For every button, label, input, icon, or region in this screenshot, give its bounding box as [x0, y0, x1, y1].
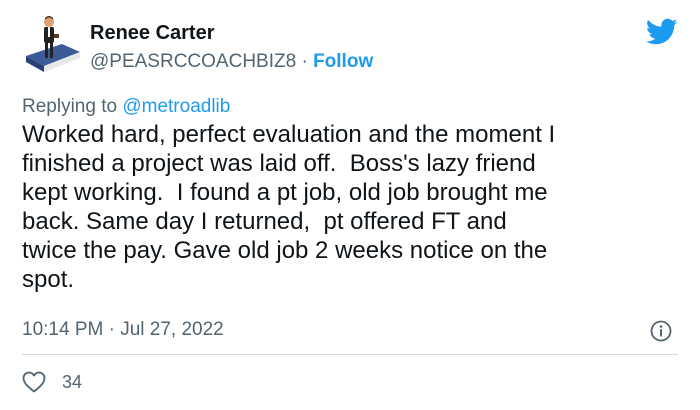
twitter-bird-icon[interactable]	[645, 18, 678, 46]
author-handle[interactable]: @PEASRCCOACHBIZ8	[90, 51, 296, 72]
info-icon[interactable]	[650, 320, 672, 342]
replying-to-line: Replying to @metroadlib	[22, 96, 230, 118]
like-count: 34	[62, 371, 83, 392]
author-handle-line: @PEASRCCOACHBIZ8 · Follow	[90, 51, 373, 73]
avatar[interactable]	[22, 14, 82, 74]
tweet-text: Worked hard, perfect evaluation and the …	[22, 121, 556, 293]
handle-separator: ·	[296, 51, 314, 72]
reply-to-handle-link[interactable]: @metroadlib	[122, 96, 230, 117]
follow-button[interactable]: Follow	[313, 51, 373, 72]
like-button[interactable]: 34	[22, 371, 82, 393]
divider	[22, 354, 678, 355]
tweet-timestamp[interactable]: 10:14 PM · Jul 27, 2022	[22, 319, 224, 341]
author-name[interactable]: Renee Carter	[90, 22, 215, 45]
replying-to-label: Replying to	[22, 96, 123, 117]
heart-icon[interactable]	[22, 371, 46, 393]
